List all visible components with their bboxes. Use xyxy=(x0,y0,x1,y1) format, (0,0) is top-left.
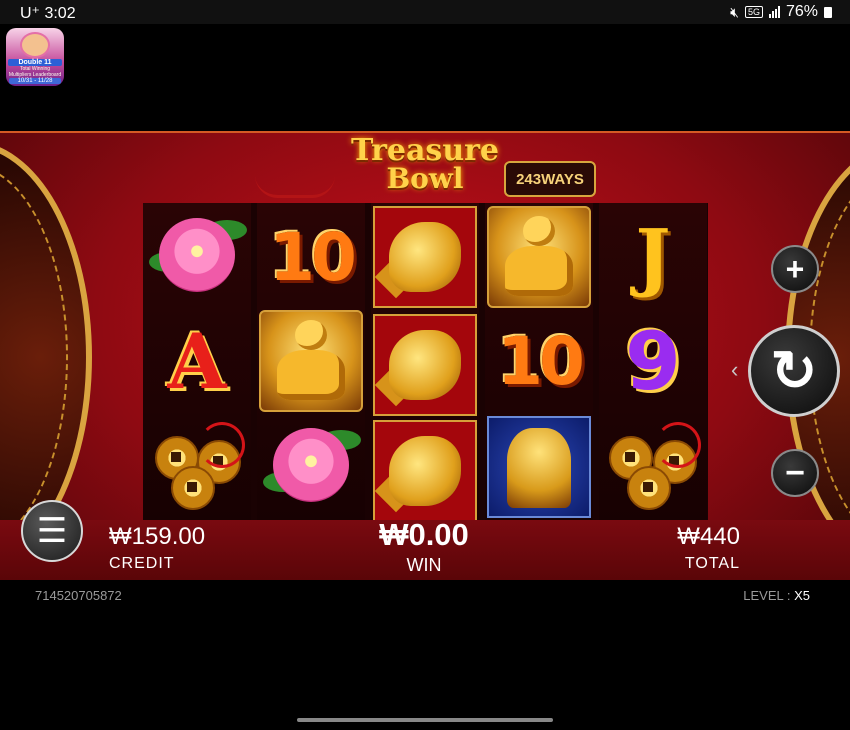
symbol-nine: 9 xyxy=(599,309,707,413)
reel-1: A xyxy=(143,203,251,520)
symbol-jack: J xyxy=(599,205,707,309)
symbol-buddha xyxy=(485,205,593,309)
collapse-arrow-icon[interactable]: ‹ xyxy=(731,357,738,383)
game-stage: Treasure Bowl 243WAYS A 10 10 J 9 + ‹ ↻ … xyxy=(0,131,850,603)
symbol-peony xyxy=(143,205,251,309)
logo-line-2: Bowl xyxy=(386,162,464,195)
reel-4: 10 xyxy=(485,203,593,520)
win-value: ₩0.00 xyxy=(379,517,469,552)
symbol-foo-dog xyxy=(485,415,593,519)
golden-fish-icon xyxy=(373,206,477,308)
symbol-golden-fish xyxy=(371,419,479,523)
buddha-icon xyxy=(259,310,363,412)
coins-icon xyxy=(149,422,245,512)
level-label: LEVEL : xyxy=(743,588,795,603)
ace-letter: A xyxy=(167,316,227,406)
increase-bet-button[interactable]: + xyxy=(771,245,819,293)
buddha-icon xyxy=(487,206,591,308)
symbol-ten: 10 xyxy=(485,309,593,413)
battery-percent: 76% xyxy=(785,3,818,20)
carrier-time: U⁺ 3:02 xyxy=(20,5,76,22)
network-type: 5G xyxy=(744,6,763,18)
symbol-buddha xyxy=(257,309,365,413)
home-indicator[interactable] xyxy=(297,718,553,722)
status-indicators: 🔇︎ 5G 76% xyxy=(730,3,832,21)
level-value: X5 xyxy=(794,588,810,603)
signal-icon xyxy=(768,6,780,18)
symbol-coins xyxy=(143,415,251,519)
coins-icon xyxy=(605,422,701,512)
reel-5: J 9 xyxy=(599,203,707,520)
spin-button[interactable]: ↻ xyxy=(748,325,840,417)
symbol-ace: A xyxy=(143,309,251,413)
win-label: WIN xyxy=(406,555,442,575)
minus-icon: − xyxy=(785,453,805,492)
plus-icon: + xyxy=(785,250,805,287)
status-bar: U⁺ 3:02 🔇︎ 5G 76% xyxy=(0,0,850,24)
symbol-peony xyxy=(257,415,365,519)
reel-2: 10 xyxy=(257,203,365,520)
logo-line-1: Treasure xyxy=(350,133,500,168)
peony-icon xyxy=(149,212,247,302)
ten-number: 10 xyxy=(497,322,585,400)
golden-fish-icon xyxy=(373,314,477,416)
promo-mascot-icon xyxy=(20,32,50,58)
golden-fish-icon xyxy=(373,420,477,522)
jack-letter: J xyxy=(635,214,671,300)
footer-strip xyxy=(0,580,850,603)
spin-icon: ↻ xyxy=(770,339,818,402)
credit-label: CREDIT xyxy=(109,555,175,572)
peony-icon xyxy=(263,422,361,512)
symbol-ten: 10 xyxy=(257,205,365,309)
menu-icon: ☰ xyxy=(36,512,68,550)
logo-swirl xyxy=(255,175,335,198)
level-indicator: LEVEL : X5 xyxy=(743,588,810,603)
ten-number: 10 xyxy=(269,218,357,296)
battery-icon xyxy=(824,6,832,18)
menu-button[interactable]: ☰ xyxy=(21,500,83,562)
symbol-coins xyxy=(599,415,707,519)
decrease-bet-button[interactable]: − xyxy=(771,449,819,497)
promo-badge[interactable]: Double 11 Total Winning Multipliers Lead… xyxy=(6,28,64,86)
promo-title: Double 11 xyxy=(8,59,62,66)
symbol-golden-fish xyxy=(371,205,479,309)
promo-dates: 10/31 - 11/28 xyxy=(9,78,61,84)
reel-grid: A 10 10 J 9 xyxy=(143,203,708,523)
reel-3 xyxy=(371,203,479,523)
credit-value: ₩159.00 xyxy=(109,523,206,550)
nine-number: 9 xyxy=(625,314,681,408)
ways-badge: 243WAYS xyxy=(504,161,596,197)
total-bet-value: ₩440 xyxy=(677,523,740,550)
mute-icon: 🔇︎ xyxy=(730,3,739,20)
round-id: 714520705872 xyxy=(35,588,122,603)
game-logo: Treasure Bowl xyxy=(335,133,515,201)
foo-dog-icon xyxy=(487,416,591,518)
symbol-golden-fish xyxy=(371,313,479,417)
total-bet-label: TOTAL xyxy=(684,555,740,572)
